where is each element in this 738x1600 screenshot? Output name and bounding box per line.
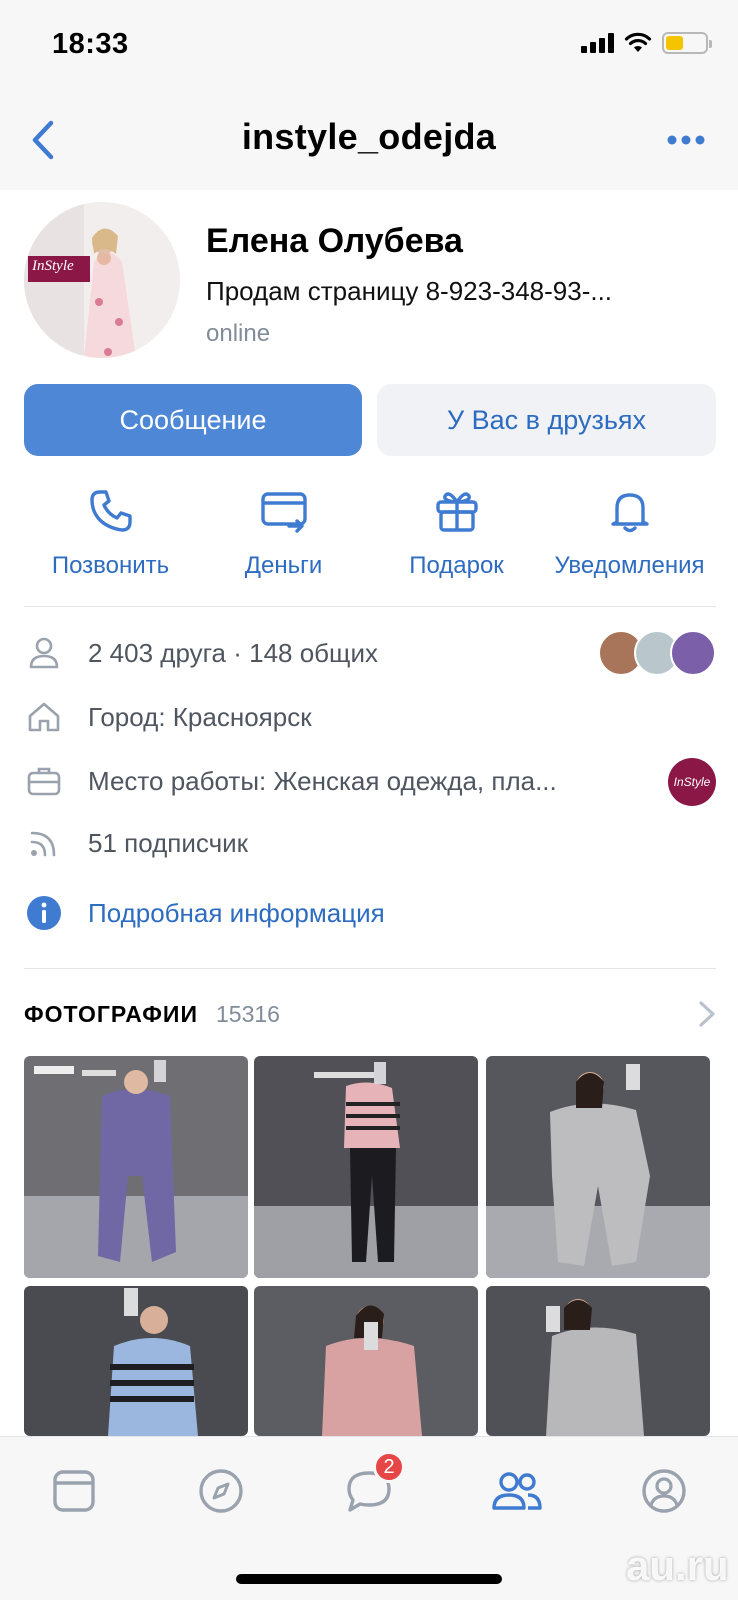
profile-status: Продам страницу 8-923-348-93-...: [206, 276, 613, 306]
mutual-friends-avatars[interactable]: [598, 630, 716, 676]
photo-thumbnail[interactable]: [486, 1056, 710, 1278]
phone-icon: [89, 490, 132, 532]
followers-text: 51 подписчик: [88, 827, 249, 858]
friends-icon: [492, 1472, 542, 1510]
feed-icon: [53, 1470, 95, 1512]
tab-feed[interactable]: [44, 1461, 104, 1521]
photo-thumbnail[interactable]: [24, 1056, 248, 1278]
nav-bar: instyle_odejda: [0, 92, 738, 190]
rss-icon: [24, 823, 64, 863]
chevron-right-icon: [699, 1001, 715, 1027]
photo-thumbnail[interactable]: [254, 1056, 478, 1278]
user-icon: [24, 633, 64, 673]
quick-actions: Позвонить Деньги Подарок Уведомления: [24, 486, 716, 580]
avatar[interactable]: InStyle: [24, 202, 180, 358]
gift-icon: [435, 492, 478, 532]
photo-thumbnail[interactable]: [24, 1286, 248, 1436]
money-action[interactable]: Деньги: [197, 486, 370, 580]
bell-icon: [610, 493, 649, 533]
status-time: 18:33: [52, 28, 129, 60]
home-indicator: [236, 1574, 502, 1584]
friends-row[interactable]: 2 403 друга · 148 общих: [24, 628, 716, 678]
status-icons: [581, 32, 712, 54]
followers-row[interactable]: 51 подписчик: [24, 818, 716, 868]
info-icon: [24, 893, 64, 933]
battery-icon: [662, 32, 712, 54]
profile-name: Елена Олубева: [206, 222, 463, 260]
home-icon: [24, 697, 64, 737]
work-row[interactable]: Место работы: Женская одежда, пла... InS…: [24, 756, 716, 806]
photo-thumbnail[interactable]: [486, 1286, 710, 1436]
message-button[interactable]: Сообщение: [24, 384, 362, 456]
online-status: online: [206, 320, 271, 347]
briefcase-icon: [24, 761, 64, 801]
money-card-icon: [260, 492, 307, 533]
tab-profile[interactable]: [634, 1461, 694, 1521]
call-action[interactable]: Позвонить: [24, 486, 197, 580]
more-info-link: Подробная информация: [88, 897, 385, 928]
profile-icon: [642, 1469, 686, 1513]
tab-friends[interactable]: [487, 1461, 547, 1521]
compass-icon: [199, 1469, 243, 1513]
photo-thumbnail[interactable]: [254, 1286, 478, 1436]
city-row: Город: Красноярск: [24, 692, 716, 742]
friends-status-button[interactable]: У Вас в друзьях: [377, 384, 716, 456]
more-info-row[interactable]: Подробная информация: [24, 888, 716, 938]
money-action-label: Деньги: [244, 552, 323, 579]
work-text: Место работы: Женская одежда, пла...: [88, 765, 557, 796]
photos-header[interactable]: ФОТОГРАФИИ 15316: [24, 994, 716, 1034]
divider: [24, 968, 716, 969]
messages-badge: 2: [373, 1451, 405, 1483]
city-text: Город: Красноярск: [88, 701, 312, 732]
photos-title: ФОТОГРАФИИ: [24, 1000, 198, 1027]
status-bar: 18:33: [0, 0, 738, 92]
avatar-logo: InStyle: [32, 258, 74, 274]
notifications-action-label: Уведомления: [554, 552, 705, 579]
watermark: au.ru: [626, 1542, 729, 1589]
gift-action-label: Подарок: [409, 552, 504, 579]
tab-messages[interactable]: 2: [339, 1451, 405, 1521]
tab-discover[interactable]: [191, 1461, 251, 1521]
more-dots-icon: [667, 135, 705, 145]
page-title: instyle_odejda: [241, 116, 497, 157]
notifications-action[interactable]: Уведомления: [543, 486, 716, 580]
photos-count: 15316: [215, 1000, 280, 1027]
call-action-label: Позвонить: [51, 552, 170, 579]
avatar-image: [24, 202, 180, 358]
divider: [24, 606, 716, 607]
cellular-signal-icon: [581, 33, 614, 53]
more-button[interactable]: [662, 122, 710, 158]
friends-count: 2 403 друга · 148 общих: [88, 637, 378, 668]
work-logo[interactable]: InStyle: [668, 758, 716, 806]
wifi-icon: [624, 32, 652, 52]
mutual-friend-avatar: [670, 630, 716, 676]
gift-action[interactable]: Подарок: [370, 486, 543, 580]
